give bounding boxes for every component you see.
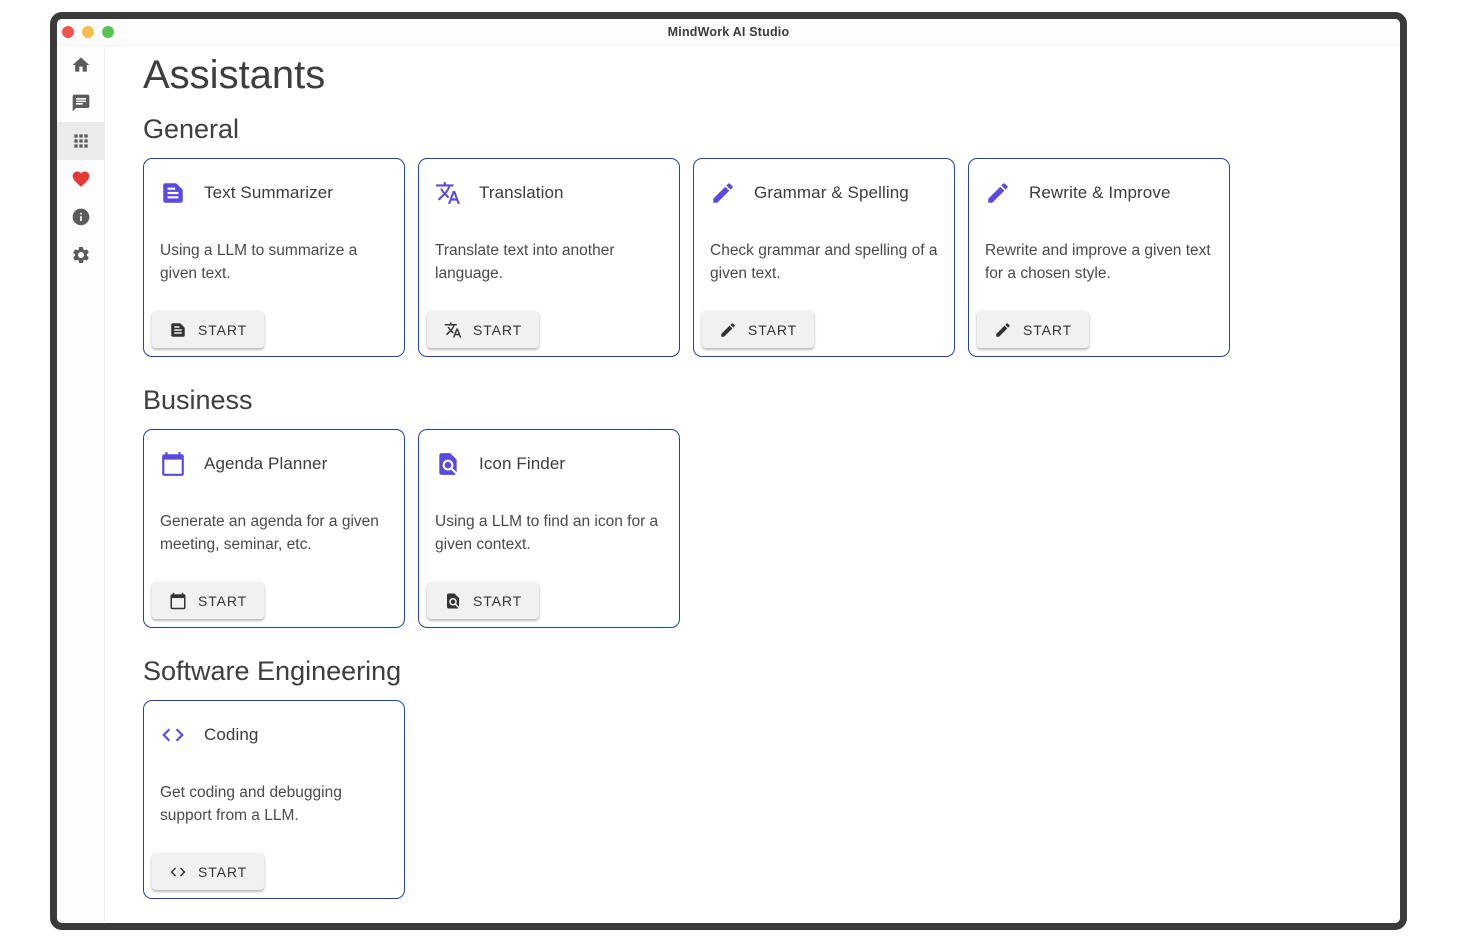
sidebar-item-assistants[interactable] xyxy=(57,122,105,160)
pencil-icon xyxy=(719,321,737,339)
card-rewrite-improve: Rewrite & Improve Rewrite and improve a … xyxy=(968,158,1230,357)
card-description: Using a LLM to find an icon for a given … xyxy=(419,510,679,556)
start-button-label: START xyxy=(198,322,247,338)
home-icon xyxy=(71,55,91,75)
sidebar-item-info[interactable] xyxy=(57,198,105,236)
calendar-icon xyxy=(160,451,186,477)
card-description: Using a LLM to summarize a given text. xyxy=(144,239,404,285)
translate-icon xyxy=(444,321,462,339)
card-actions: START xyxy=(419,303,679,356)
apps-grid-icon xyxy=(71,131,91,151)
text-snippet-icon xyxy=(169,321,187,339)
card-grammar-spelling: Grammar & Spelling Check grammar and spe… xyxy=(693,158,955,357)
desktop-background: MindWork AI Studio xyxy=(0,0,1457,949)
find-page-icon xyxy=(435,451,461,477)
pencil-icon xyxy=(710,180,736,206)
heart-icon xyxy=(71,169,91,189)
card-description: Get coding and debugging support from a … xyxy=(144,781,404,827)
card-title: Text Summarizer xyxy=(204,183,333,203)
start-agenda-planner-button[interactable]: START xyxy=(152,582,264,619)
start-translation-button[interactable]: START xyxy=(427,311,539,348)
card-title: Rewrite & Improve xyxy=(1029,183,1171,203)
card-coding: Coding Get coding and debugging support … xyxy=(143,700,405,899)
card-actions: START xyxy=(144,303,404,356)
sidebar-item-settings[interactable] xyxy=(57,236,105,274)
card-header: Rewrite & Improve xyxy=(969,159,1229,206)
card-description: Rewrite and improve a given text for a c… xyxy=(969,239,1229,285)
sidebar-item-chats[interactable] xyxy=(57,84,105,122)
card-title: Grammar & Spelling xyxy=(754,183,909,203)
page-title: Assistants xyxy=(143,52,1400,98)
app-window: MindWork AI Studio xyxy=(50,12,1407,930)
card-icon-finder: Icon Finder Using a LLM to find an icon … xyxy=(418,429,680,628)
code-icon xyxy=(160,722,186,748)
text-snippet-icon xyxy=(160,180,186,206)
start-button-label: START xyxy=(473,322,522,338)
section-heading-business: Business xyxy=(143,383,1400,417)
card-text-summarizer: Text Summarizer Using a LLM to summarize… xyxy=(143,158,405,357)
translate-icon xyxy=(435,180,461,206)
chat-icon xyxy=(71,93,91,113)
card-actions: START xyxy=(144,845,404,898)
card-actions: START xyxy=(969,303,1229,356)
start-button-label: START xyxy=(473,593,522,609)
start-coding-button[interactable]: START xyxy=(152,853,264,890)
start-rewrite-improve-button[interactable]: START xyxy=(977,311,1089,348)
card-actions: START xyxy=(144,574,404,627)
card-row-business: Agenda Planner Generate an agenda for a … xyxy=(143,429,1400,628)
card-title: Translation xyxy=(479,183,564,203)
main-content: Assistants General Text Summarizer Using… xyxy=(105,46,1400,922)
pencil-icon xyxy=(994,321,1012,339)
window-title: MindWork AI Studio xyxy=(57,25,1400,39)
start-icon-finder-button[interactable]: START xyxy=(427,582,539,619)
section-heading-general: General xyxy=(143,112,1400,146)
code-icon xyxy=(169,863,187,881)
sidebar xyxy=(57,46,105,922)
find-page-icon xyxy=(444,592,462,610)
calendar-icon xyxy=(169,592,187,610)
card-header: Grammar & Spelling xyxy=(694,159,954,206)
card-header: Icon Finder xyxy=(419,430,679,477)
card-title: Agenda Planner xyxy=(204,454,327,474)
start-button-label: START xyxy=(198,593,247,609)
card-header: Text Summarizer xyxy=(144,159,404,206)
card-actions: START xyxy=(694,303,954,356)
sidebar-item-home[interactable] xyxy=(57,46,105,84)
section-heading-software-engineering: Software Engineering xyxy=(143,654,1400,688)
card-description: Generate an agenda for a given meeting, … xyxy=(144,510,404,556)
pencil-icon xyxy=(985,180,1011,206)
card-description: Check grammar and spelling of a given te… xyxy=(694,239,954,285)
card-translation: Translation Translate text into another … xyxy=(418,158,680,357)
card-header: Agenda Planner xyxy=(144,430,404,477)
info-icon xyxy=(71,207,91,227)
card-row-general: Text Summarizer Using a LLM to summarize… xyxy=(143,158,1400,357)
card-header: Translation xyxy=(419,159,679,206)
card-agenda-planner: Agenda Planner Generate an agenda for a … xyxy=(143,429,405,628)
card-description: Translate text into another language. xyxy=(419,239,679,285)
start-grammar-spelling-button[interactable]: START xyxy=(702,311,814,348)
sidebar-item-favorites[interactable] xyxy=(57,160,105,198)
start-text-summarizer-button[interactable]: START xyxy=(152,311,264,348)
card-title: Coding xyxy=(204,725,258,745)
start-button-label: START xyxy=(1023,322,1072,338)
title-bar: MindWork AI Studio xyxy=(57,19,1400,46)
card-actions: START xyxy=(419,574,679,627)
gear-icon xyxy=(71,245,91,265)
card-title: Icon Finder xyxy=(479,454,565,474)
card-row-software-engineering: Coding Get coding and debugging support … xyxy=(143,700,1400,899)
card-header: Coding xyxy=(144,701,404,748)
start-button-label: START xyxy=(198,864,247,880)
start-button-label: START xyxy=(748,322,797,338)
